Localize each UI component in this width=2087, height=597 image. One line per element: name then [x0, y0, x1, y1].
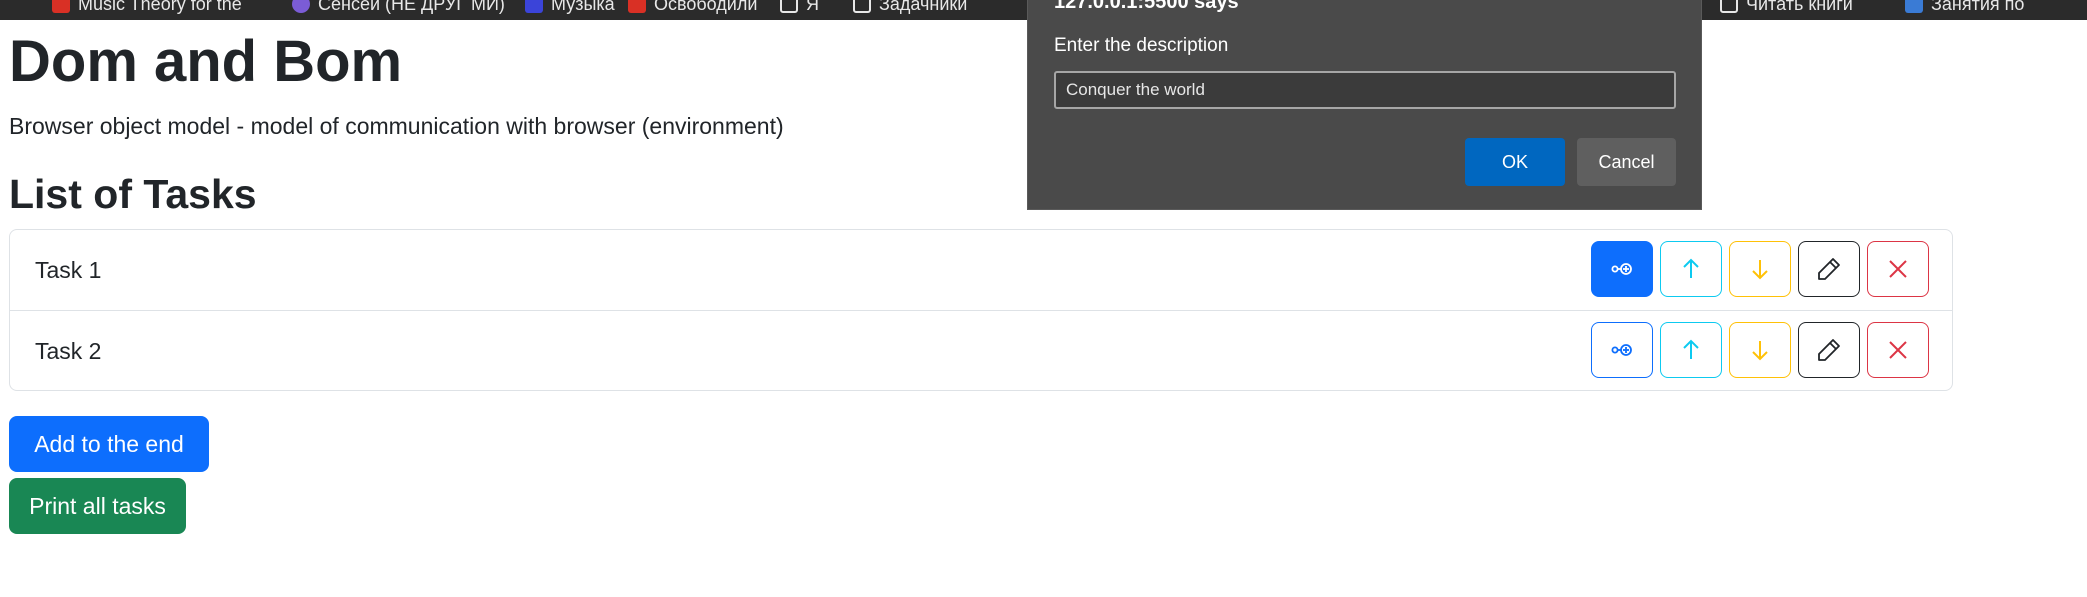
bookmark-item[interactable]: Музыка — [525, 0, 615, 14]
page-title: Dom and Bom — [9, 29, 403, 94]
task-label: Task 2 — [35, 338, 102, 364]
bookmark-label: Читать книги — [1746, 0, 1853, 14]
purple-circle-icon — [292, 0, 310, 13]
arrow-down-icon — [1752, 260, 1768, 280]
cancel-button[interactable]: Cancel — [1577, 138, 1676, 186]
folder-icon — [853, 0, 871, 13]
bookmark-label: Сенсеи (НЕ ДРУГ МИ) — [318, 0, 505, 14]
key-add-icon — [1611, 344, 1632, 356]
bookmark-item[interactable]: Занятия по — [1905, 0, 2024, 14]
description-input[interactable] — [1054, 71, 1676, 109]
task-row: Task 1 — [10, 230, 1952, 311]
bookmark-item[interactable]: Сенсеи (НЕ ДРУГ МИ) — [292, 0, 505, 14]
bookmark-item[interactable]: Music Theory for the — [52, 0, 242, 14]
insert-after-button[interactable] — [1591, 241, 1653, 297]
arrow-down-icon — [1752, 341, 1768, 361]
bookmark-item[interactable]: Задачники — [853, 0, 967, 14]
key-add-icon — [1611, 263, 1632, 275]
section-title: List of Tasks — [9, 171, 257, 217]
pencil-icon — [1818, 258, 1840, 280]
insert-after-button[interactable] — [1591, 322, 1653, 378]
task-row: Task 2 — [10, 311, 1952, 392]
task-actions — [1591, 322, 1929, 378]
blue-app-icon — [525, 0, 543, 13]
dialog-message: Enter the description — [1054, 35, 1229, 56]
bookmark-label: Занятия по — [1931, 0, 2025, 14]
close-icon — [1889, 260, 1907, 278]
edit-button[interactable] — [1798, 322, 1860, 378]
task-actions — [1591, 241, 1929, 297]
bookmark-label: Я — [806, 0, 819, 14]
move-down-button[interactable] — [1729, 322, 1791, 378]
move-up-button[interactable] — [1660, 322, 1722, 378]
print-all-tasks-button[interactable]: Print all tasks — [9, 478, 186, 534]
bookmark-item[interactable]: Освободили — [628, 0, 757, 14]
prompt-dialog: 127.0.0.1:5500 says Enter the descriptio… — [1027, 0, 1702, 210]
move-down-button[interactable] — [1729, 241, 1791, 297]
page-subtitle: Browser object model - model of communic… — [9, 113, 784, 139]
folder-icon — [780, 0, 798, 13]
folder-icon — [1720, 0, 1738, 13]
red-square-icon — [628, 0, 646, 13]
task-label: Task 1 — [35, 256, 102, 283]
delete-button[interactable] — [1867, 241, 1929, 297]
pencil-icon — [1818, 339, 1840, 361]
close-icon — [1889, 341, 1907, 359]
task-list: Task 1 Task 2 — [9, 229, 1953, 391]
bookmark-label: Музыка — [551, 0, 615, 14]
ok-button[interactable]: OK — [1465, 138, 1565, 186]
flag-icon — [1905, 0, 1923, 13]
bookmark-label: Задачники — [879, 0, 968, 14]
bookmark-label: Освободили — [654, 0, 758, 14]
add-to-end-button[interactable]: Add to the end — [9, 416, 209, 472]
dialog-title: 127.0.0.1:5500 says — [1054, 0, 1239, 13]
move-up-button[interactable] — [1660, 241, 1722, 297]
bookmark-item[interactable]: Я — [780, 0, 819, 14]
delete-button[interactable] — [1867, 322, 1929, 378]
bookmark-label: Music Theory for the — [78, 0, 242, 14]
arrow-up-icon — [1683, 258, 1699, 278]
edit-button[interactable] — [1798, 241, 1860, 297]
arrow-up-icon — [1683, 339, 1699, 359]
red-square-icon — [52, 0, 70, 13]
bookmark-item[interactable]: Читать книги — [1720, 0, 1853, 14]
